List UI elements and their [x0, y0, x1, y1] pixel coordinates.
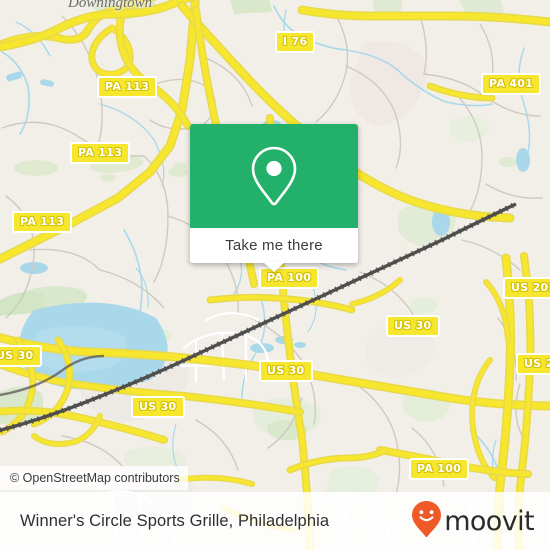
- take-me-there-label: Take me there: [225, 237, 323, 254]
- location-callout-card[interactable]: Take me there: [190, 124, 358, 272]
- road-shield-us30-b[interactable]: US 30: [0, 345, 42, 367]
- road-shield-pa113-a[interactable]: PA 113: [97, 76, 158, 98]
- road-shield-us30-d[interactable]: US 30: [131, 396, 185, 418]
- road-shield-pa401[interactable]: PA 401: [481, 73, 542, 95]
- moovit-logo[interactable]: moovit: [411, 500, 535, 543]
- road-shield-pa100-b[interactable]: PA 100: [409, 458, 470, 480]
- place-label-downingtown: Downingtown: [68, 0, 153, 11]
- callout-pointer: [263, 262, 285, 272]
- bottom-bar: Winner's Circle Sports Grille, Philadelp…: [0, 492, 550, 550]
- map-attribution[interactable]: © OpenStreetMap contributors: [0, 466, 188, 490]
- road-shield-pa113-b[interactable]: PA 113: [70, 142, 131, 164]
- callout-hero: [190, 124, 358, 228]
- road-shield-pa113-c[interactable]: PA 113: [12, 211, 73, 233]
- attribution-text: © OpenStreetMap contributors: [10, 471, 180, 485]
- take-me-there-button[interactable]: Take me there: [190, 228, 358, 272]
- map-screen: .rd-major-cas { stroke:#e8d94a; stroke-l…: [0, 0, 550, 550]
- place-title: Winner's Circle Sports Grille, Philadelp…: [20, 511, 330, 530]
- road-shield-us30-c[interactable]: US 30: [259, 360, 313, 382]
- moovit-smiley-pin-icon: [411, 500, 442, 543]
- road-shield-i76[interactable]: I 76: [275, 31, 316, 53]
- road-shield-us20x[interactable]: US 20: [516, 353, 550, 375]
- map-pin-icon: [246, 143, 302, 209]
- road-shield-us202[interactable]: US 202: [503, 277, 550, 299]
- moovit-wordmark: moovit: [444, 505, 534, 537]
- road-shield-us30-a[interactable]: US 30: [386, 315, 440, 337]
